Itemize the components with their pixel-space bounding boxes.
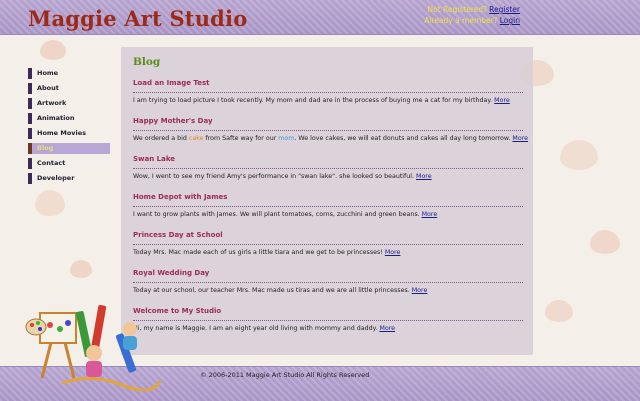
post-text: Wow, I went to see my friend Amy's perfo… — [133, 173, 415, 180]
post-text: Today at our school, our teacher Mrs. Ma… — [133, 287, 410, 294]
blog-post: Home Depot with James I want to grow pla… — [133, 192, 523, 219]
post-title: Princess Day at School — [133, 231, 223, 239]
nav-item-home[interactable]: Home — [28, 68, 112, 79]
post-body: Today Mrs. Mac made each of us girls a l… — [133, 248, 523, 257]
more-link[interactable]: More — [494, 97, 510, 104]
not-registered-text: Not Registered? — [427, 5, 488, 14]
post-body: Today at our school, our teacher Mrs. Ma… — [133, 286, 523, 295]
post-divider — [133, 130, 523, 131]
post-title: Happy Mother's Day — [133, 117, 213, 125]
more-link[interactable]: More — [512, 135, 528, 142]
post-title: Load an Image Test — [133, 79, 210, 87]
post-title: Royal Wedding Day — [133, 269, 210, 277]
post-body: Wow, I went to see my friend Amy's perfo… — [133, 172, 523, 181]
art-supplies-illustration — [25, 305, 162, 391]
sidebar-nav: Home About Artwork Animation Home Movies… — [28, 68, 112, 188]
nav-item-artwork[interactable]: Artwork — [28, 98, 112, 109]
post-body: I want to grow plants with James. We wil… — [133, 210, 523, 219]
nav-item-about[interactable]: About — [28, 83, 112, 94]
ribbon-icon — [61, 377, 162, 391]
post-divider — [133, 282, 523, 283]
post-text: from Safte way for our — [203, 135, 279, 142]
easel-icon — [39, 312, 77, 379]
post-text: I am trying to load picture I took recen… — [133, 97, 493, 104]
blog-post: Swan Lake Wow, I went to see my friend A… — [133, 154, 523, 181]
post-text: . We love cakes, we will eat donuts and … — [294, 135, 511, 142]
more-link[interactable]: More — [412, 287, 428, 294]
already-member-text: Already a member? — [424, 16, 498, 25]
nav-item-blog[interactable]: Blog — [28, 143, 110, 154]
post-title: Swan Lake — [133, 155, 176, 163]
nav-item-animation[interactable]: Animation — [28, 113, 112, 124]
post-text: Today Mrs. Mac made each of us girls a l… — [133, 249, 383, 256]
petal-decoration — [40, 40, 66, 60]
post-title: Home Depot with James — [133, 193, 228, 201]
post-text: Hi, my name is Maggie. I am an eight yea… — [133, 325, 378, 332]
login-link[interactable]: Login — [500, 16, 520, 25]
post-body: I am trying to load picture I took recen… — [133, 96, 523, 105]
post-body: Hi, my name is Maggie. I am an eight yea… — [133, 324, 523, 333]
blog-post: Royal Wedding Day Today at our school, o… — [133, 268, 523, 295]
copyright-text: © 2006-2011 Maggie Art Studio All Rights… — [200, 371, 370, 379]
nav-item-contact[interactable]: Contact — [28, 158, 112, 169]
post-divider — [133, 320, 523, 321]
post-text-cake: cake — [188, 135, 204, 142]
post-title: Welcome to My Studio — [133, 307, 222, 315]
auth-links: Not Registered? Register Already a member… — [424, 4, 520, 26]
post-divider — [133, 92, 523, 93]
page-title: Blog — [133, 56, 161, 68]
post-text: I want to grow plants with James. We wil… — [133, 211, 420, 218]
more-link[interactable]: More — [379, 325, 395, 332]
petal-decoration — [560, 140, 598, 170]
blog-post: Welcome to My Studio Hi, my name is Magg… — [133, 306, 523, 333]
more-link[interactable]: More — [422, 211, 438, 218]
post-divider — [133, 244, 523, 245]
post-divider — [133, 206, 523, 207]
petal-decoration — [35, 190, 65, 216]
post-body: We ordered a bid cake from Safte way for… — [133, 134, 528, 143]
blog-post: Load an Image Test I am trying to load p… — [133, 78, 523, 105]
petal-decoration — [545, 300, 573, 322]
post-text-mom: mom — [278, 135, 295, 142]
nav-item-home-movies[interactable]: Home Movies — [28, 128, 112, 139]
more-link[interactable]: More — [416, 173, 432, 180]
post-text: We ordered a bid — [133, 135, 189, 142]
palette-icon — [25, 318, 47, 336]
petal-decoration — [70, 260, 92, 278]
more-link[interactable]: More — [385, 249, 401, 256]
post-divider — [133, 168, 523, 169]
petal-decoration — [590, 230, 620, 254]
register-link[interactable]: Register — [489, 5, 520, 14]
blog-post: Princess Day at School Today Mrs. Mac ma… — [133, 230, 523, 257]
blog-post: Happy Mother's Day We ordered a bid cake… — [133, 116, 528, 143]
site-title: Maggie Art Studio — [28, 6, 248, 31]
nav-item-developer[interactable]: Developer — [28, 173, 112, 184]
